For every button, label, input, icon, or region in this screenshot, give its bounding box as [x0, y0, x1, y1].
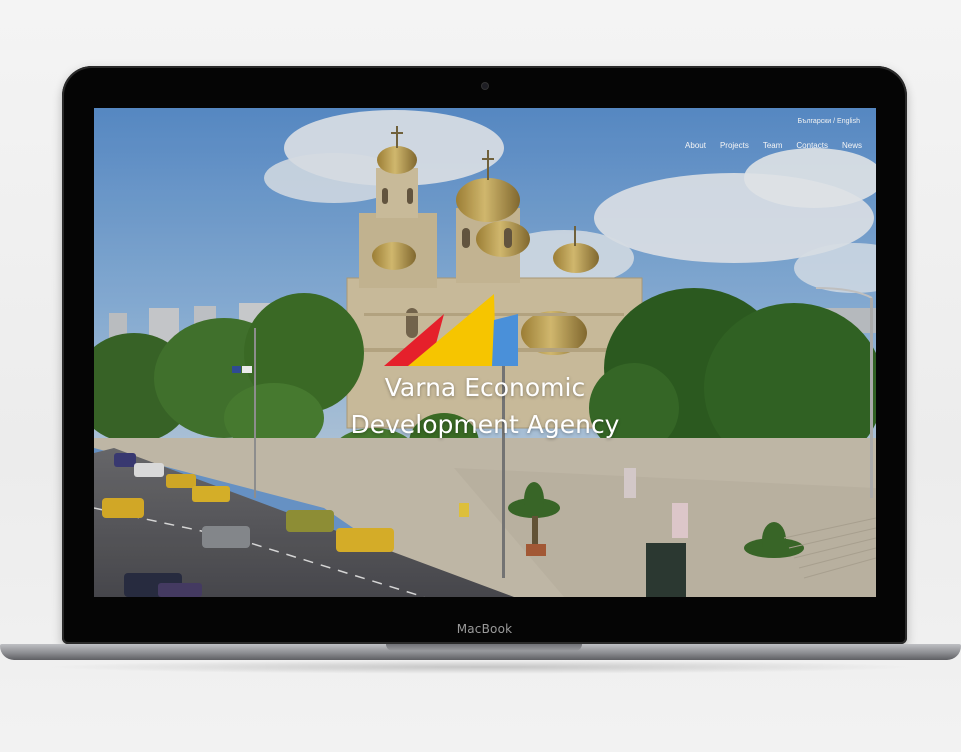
language-bg-link[interactable]: Български — [797, 118, 831, 125]
laptop-screen: Български / English About Projects Team … — [94, 108, 876, 597]
nav-link-about[interactable]: About — [685, 141, 706, 150]
webcam-icon — [482, 83, 488, 89]
agency-logo-sails-icon — [384, 294, 518, 366]
nav-link-projects[interactable]: Projects — [720, 141, 749, 150]
main-navigation: About Projects Team Contacts News — [685, 141, 862, 150]
language-switcher: Български / English — [797, 118, 860, 125]
nav-link-contacts[interactable]: Contacts — [796, 141, 828, 150]
device-brand-label: MacBook — [456, 622, 513, 636]
laptop-hinge-notch — [386, 644, 582, 651]
language-en-link[interactable]: English — [837, 118, 860, 125]
hero-title-line2: Development Agency — [350, 410, 620, 439]
floor-shadow — [40, 660, 921, 674]
laptop-base — [0, 644, 961, 660]
nav-link-team[interactable]: Team — [763, 141, 783, 150]
hero-title-line1: Varna Economic — [384, 373, 586, 402]
nav-link-news[interactable]: News — [842, 141, 862, 150]
